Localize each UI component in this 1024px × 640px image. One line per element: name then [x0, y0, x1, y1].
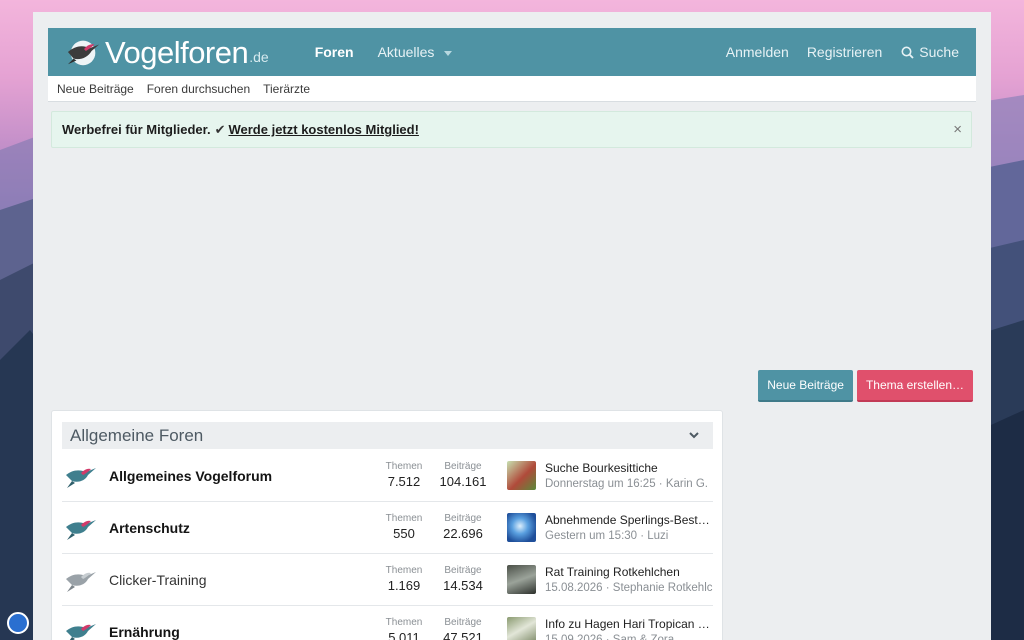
- logo-tld: .de: [249, 48, 269, 65]
- subnav-new-posts[interactable]: Neue Beiträge: [57, 82, 134, 96]
- category-header[interactable]: Allgemeine Foren: [62, 422, 713, 449]
- latest-post: Abnehmende Sperlings-Best… Gestern um 15…: [545, 512, 713, 544]
- forum-node[interactable]: Clicker-Training Themen 1.169 Beiträge 1…: [62, 554, 713, 606]
- tab-aktuelles-label: Aktuelles: [377, 44, 435, 60]
- latest-thread-link[interactable]: Suche Bourkesittiche: [545, 460, 713, 476]
- chevron-down-icon[interactable]: [444, 50, 453, 56]
- latest-meta: Gestern um 15:30 · Luzi: [545, 529, 669, 542]
- account-navigation: Anmelden Registrieren Suche: [717, 28, 959, 76]
- posts-stat: Beiträge 47.521: [443, 617, 483, 640]
- node-title[interactable]: Allgemeines Vogelforum: [109, 468, 379, 484]
- posts-stat: Beiträge 14.534: [443, 565, 483, 593]
- hummingbird-logo-icon: [67, 40, 100, 66]
- forum-node[interactable]: Artenschutz Themen 550 Beiträge 22.696 A…: [62, 502, 713, 554]
- latest-thread-link[interactable]: Rat Training Rotkehlchen: [545, 564, 713, 580]
- latest-post: Suche Bourkesittiche Donnerstag um 16:25…: [545, 460, 713, 492]
- latest-thread-link[interactable]: Abnehmende Sperlings-Best…: [545, 512, 713, 528]
- threads-stat: Themen 7.512: [385, 461, 423, 489]
- create-thread-button[interactable]: Thema erstellen…: [856, 370, 973, 402]
- join-link[interactable]: Werde jetzt kostenlos Mitglied!: [228, 122, 418, 137]
- notice-text: Werbefrei für Mitglieder.: [62, 122, 211, 137]
- avatar[interactable]: [507, 461, 536, 490]
- forum-node[interactable]: Allgemeines Vogelforum Themen 7.512 Beit…: [62, 450, 713, 502]
- close-icon[interactable]: ×: [953, 121, 962, 138]
- hummingbird-read-icon: [66, 571, 96, 592]
- subnav-search-forums[interactable]: Foren durchsuchen: [147, 82, 250, 96]
- avatar[interactable]: [507, 565, 536, 594]
- subnav-vets[interactable]: Tierärzte: [263, 82, 310, 96]
- sub-navigation: Neue Beiträge Foren durchsuchen Tierärzt…: [48, 76, 976, 102]
- latest-post: Info zu Hagen Hari Tropican … 15.09.2026…: [545, 616, 713, 640]
- search-label: Suche: [919, 44, 959, 60]
- threads-stat: Themen 1.169: [385, 565, 423, 593]
- forum-category-block: Allgemeine Foren Allgemeines Vogelforum …: [51, 410, 723, 640]
- latest-thread-link[interactable]: Info zu Hagen Hari Tropican …: [545, 616, 713, 632]
- register-link[interactable]: Registrieren: [798, 44, 891, 60]
- site-header: Vogelforen .de Foren Aktuelles Anmelden …: [48, 28, 976, 76]
- category-title: Allgemeine Foren: [70, 425, 204, 445]
- node-title[interactable]: Artenschutz: [109, 520, 379, 536]
- threads-stat: Themen 550: [385, 513, 423, 541]
- latest-meta: 15.08.2026 · Stephanie Rotkehlchen: [545, 581, 713, 594]
- hummingbird-unread-icon: [66, 519, 96, 540]
- new-posts-button[interactable]: Neue Beiträge: [758, 370, 853, 402]
- search-icon: [901, 46, 914, 59]
- latest-meta: Donnerstag um 16:25 · Karin G.: [545, 477, 708, 490]
- node-title[interactable]: Ernährung: [109, 624, 379, 640]
- tab-aktuelles[interactable]: Aktuelles: [366, 28, 465, 76]
- main-navigation: Foren Aktuelles: [303, 28, 465, 76]
- threads-stat: Themen 5.011: [385, 617, 423, 640]
- page-container: Vogelforen .de Foren Aktuelles Anmelden …: [33, 12, 991, 640]
- node-title[interactable]: Clicker-Training: [109, 572, 379, 588]
- site-logo[interactable]: Vogelforen .de: [65, 28, 269, 76]
- posts-stat: Beiträge 104.161: [439, 461, 487, 489]
- login-link[interactable]: Anmelden: [717, 44, 798, 60]
- avatar[interactable]: [507, 617, 536, 640]
- hummingbird-unread-icon: [66, 467, 96, 488]
- logo-text: Vogelforen: [105, 34, 249, 70]
- chevron-down-icon[interactable]: [688, 429, 700, 441]
- forum-node[interactable]: Ernährung Themen 5.011 Beiträge 47.521 I…: [62, 606, 713, 640]
- posts-stat: Beiträge 22.696: [443, 513, 483, 541]
- latest-meta: 15.09.2026 · Sam & Zora: [545, 633, 675, 640]
- membership-notice: Werbefrei für Mitglieder. ✔ Werde jetzt …: [51, 111, 972, 148]
- action-buttons: Neue Beiträge Thema erstellen…: [758, 370, 973, 402]
- checkmark-icon: ✔: [214, 121, 226, 137]
- tab-foren[interactable]: Foren: [303, 28, 366, 76]
- search-button[interactable]: Suche: [891, 44, 959, 60]
- cookie-consent-icon[interactable]: [7, 612, 29, 634]
- avatar[interactable]: [507, 513, 536, 542]
- latest-post: Rat Training Rotkehlchen 15.08.2026 · St…: [545, 564, 713, 596]
- hummingbird-unread-icon: [66, 623, 96, 640]
